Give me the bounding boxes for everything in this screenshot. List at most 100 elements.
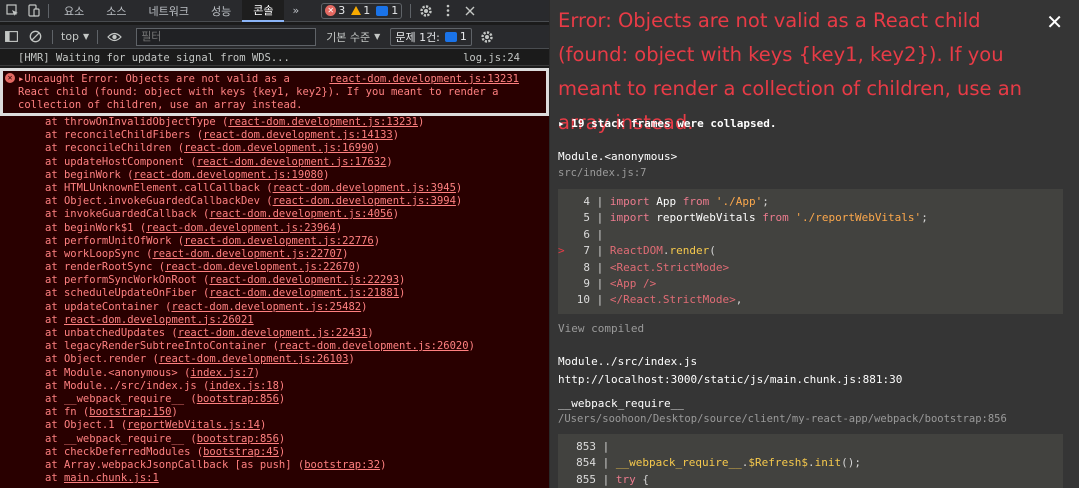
device-toolbar-icon[interactable] [24, 0, 44, 22]
code-line: 6 | [583, 227, 604, 241]
issues-button[interactable]: 문제 1건: 1 [390, 27, 472, 46]
console-counts[interactable]: ✕ 3 1 1 [321, 2, 403, 19]
collapsed-frames-toggle[interactable]: ▸ 19 stack frames were collapsed. [558, 117, 777, 130]
stack-frame-1-path[interactable]: src/index.js:7 [558, 167, 647, 179]
stack-frame-source-link[interactable]: react-dom.development.js:23964 [146, 222, 336, 234]
stack-frame-source-link[interactable]: react-dom.development.js:13231 [228, 116, 418, 128]
stack-frame-function: at scheduleUpdateOnFiber [45, 287, 197, 300]
stack-frame-source-link[interactable]: react-dom.development.js:25482 [171, 301, 361, 313]
code-line: 4 | import App from './App'; [583, 195, 769, 208]
console-settings-gear-icon[interactable] [474, 26, 500, 48]
close-devtools-icon[interactable] [459, 0, 481, 22]
stack-frame-function: at performUnitOfWork [45, 234, 172, 247]
stack-frame-3-path[interactable]: /Users/soohoon/Desktop/source/client/my-… [558, 413, 1007, 425]
console-toolbar: top▼ 기본 수준▼ 문제 1건: 1 [0, 25, 549, 49]
tab-elements[interactable]: 요소 [53, 0, 95, 22]
close-overlay-icon[interactable]: ✕ [1046, 10, 1063, 34]
warning-count: 1 [363, 4, 371, 17]
stack-frame-source-link[interactable]: react-dom.development.js:26021 [64, 314, 254, 326]
stack-frame-source-link[interactable]: react-dom.development.js:19080 [134, 169, 324, 181]
stack-frame-source-link[interactable]: reportWebVitals.js:14 [127, 419, 260, 431]
stack-frame-source-link[interactable]: react-dom.development.js:26103 [159, 353, 349, 365]
stack-frame-function: at Module.<anonymous> [45, 366, 178, 379]
code-line: 5 | import reportWebVitals from './repor… [583, 211, 928, 225]
stack-frame-function: at Object.1 [45, 419, 115, 432]
stack-frame-source-link[interactable]: bootstrap:856 [197, 393, 279, 405]
stack-frame-source-link[interactable]: react-dom.development.js:4056 [209, 208, 392, 220]
hmr-log-text: [HMR] Waiting for update signal from WDS… [18, 52, 290, 64]
tab-network[interactable]: 네트워크 [138, 0, 200, 22]
issues-count: 1 [459, 30, 467, 43]
stack-frame-source-link[interactable]: react-dom.development.js:3994 [273, 195, 456, 207]
stack-frame-row: at Object.render (react-dom.development.… [45, 353, 355, 366]
stack-frame-source-link[interactable]: react-dom.development.js:26020 [279, 340, 469, 352]
sidebar-toggle-icon[interactable] [0, 26, 22, 48]
stack-frame-row: at beginWork (react-dom.development.js:1… [45, 168, 330, 181]
stack-frame-source-link[interactable]: react-dom.development.js:21881 [209, 287, 399, 299]
stack-frame-source-link[interactable]: react-dom.development.js:22293 [209, 274, 399, 286]
react-error-overlay: Error: Objects are not valid as a React … [549, 0, 1079, 488]
issues-label: 문제 1건: [395, 30, 440, 44]
live-expression-eye-icon[interactable] [102, 26, 126, 48]
more-tabs-button[interactable]: » [284, 0, 307, 22]
message-count-badge: 1 [373, 4, 401, 17]
hmr-log-source-link[interactable]: log.js:24 [463, 50, 520, 66]
stack-frame-function: at Array.webpackJsonpCallback [as push] [45, 458, 292, 471]
stack-frame-function: at Module../src/index.js [45, 379, 197, 392]
warning-icon [351, 6, 362, 15]
view-compiled-link[interactable]: View compiled [558, 322, 644, 335]
inspect-element-icon[interactable] [0, 0, 24, 22]
code-line: 9 | <App /> [583, 276, 657, 290]
code-line-highlighted: >7 | ReactDOM.render( [558, 244, 716, 258]
clear-console-icon[interactable] [22, 26, 48, 48]
stack-frame-source-link[interactable]: react-dom.development.js:17632 [197, 156, 387, 168]
stack-frame-row: at unbatchedUpdates (react-dom.developme… [45, 327, 374, 339]
stack-frame-source-link[interactable]: react-dom.development.js:3945 [273, 182, 456, 194]
tab-divider [410, 3, 412, 18]
error-source-link[interactable]: react-dom.development.js:13231 [329, 73, 519, 85]
stack-frame-source-link[interactable]: react-dom.development.js:22776 [184, 235, 374, 247]
stack-frame-row: at reconcileChildren (react-dom.developm… [45, 142, 381, 155]
context-selector[interactable]: top ▼ [57, 28, 93, 46]
settings-gear-icon[interactable] [415, 0, 437, 22]
stack-frame-source-link[interactable]: main.chunk.js:1 [64, 472, 159, 484]
stack-frame-row: at Array.webpackJsonpCallback [as push] … [45, 458, 387, 471]
chevron-down-icon: ▼ [83, 32, 90, 41]
stack-frame-source-link[interactable]: bootstrap:45 [203, 446, 279, 458]
stack-frame-row: at updateContainer (react-dom.developmen… [45, 300, 368, 313]
stack-frame-function: at reconcileChildren [45, 142, 172, 155]
stack-frame-row: at performSyncWorkOnRoot (react-dom.deve… [45, 274, 406, 287]
uncaught-error-message[interactable]: ✕ react-dom.development.js:13231 ▸Uncaug… [0, 68, 549, 116]
tab-divider [48, 3, 49, 18]
stack-frame-source-link[interactable]: react-dom.development.js:14133 [203, 129, 393, 141]
stack-frame-1-name: Module.<anonymous> [558, 150, 678, 163]
toolbar-divider [52, 29, 53, 44]
stack-frame-row: at Module../src/index.js (index.js:18) [45, 379, 286, 392]
stack-frame-function: at updateHostComponent [45, 155, 185, 168]
stack-frame-row: at Module.<anonymous> (index.js:7) [45, 366, 260, 379]
kebab-menu-icon[interactable] [437, 0, 459, 22]
stack-frame-function: at HTMLUnknownElement.callCallback [45, 181, 260, 194]
stack-frame-source-link[interactable]: index.js:7 [190, 367, 253, 379]
stack-frame-source-link[interactable]: bootstrap:150 [89, 406, 171, 418]
filter-input[interactable] [136, 27, 317, 46]
tab-performance[interactable]: 성능 [200, 0, 242, 22]
stack-frame-row: at checkDeferredModules (bootstrap:45) [45, 445, 286, 458]
stack-frame-row: at performUnitOfWork (react-dom.developm… [45, 234, 381, 247]
error-count-badge: ✕ 3 [322, 4, 348, 17]
stack-frame-function: at [45, 313, 58, 326]
stack-frame-source-link[interactable]: bootstrap:32 [304, 459, 380, 471]
stack-frame-2-path[interactable]: http://localhost:3000/static/js/main.chu… [558, 373, 902, 386]
stack-frame-source-link[interactable]: react-dom.development.js:22707 [152, 248, 342, 260]
tab-sources[interactable]: 소스 [95, 0, 137, 22]
stack-frame-source-link[interactable]: react-dom.development.js:22431 [178, 327, 368, 339]
code-snippet-1: 4 | import App from './App'; 5 | import … [558, 189, 1063, 314]
stack-frame-function: at updateContainer [45, 300, 159, 313]
stack-frame-source-link[interactable]: index.js:18 [209, 380, 279, 392]
stack-frame-source-link[interactable]: react-dom.development.js:16990 [184, 142, 374, 154]
stack-frame-source-link[interactable]: bootstrap:856 [197, 433, 279, 445]
stack-frame-function: at invokeGuardedCallback [45, 208, 197, 221]
stack-frame-source-link[interactable]: react-dom.development.js:22670 [165, 261, 355, 273]
log-level-selector[interactable]: 기본 수준 ▼ [322, 28, 384, 46]
tab-console[interactable]: 콘솔 [242, 0, 285, 22]
